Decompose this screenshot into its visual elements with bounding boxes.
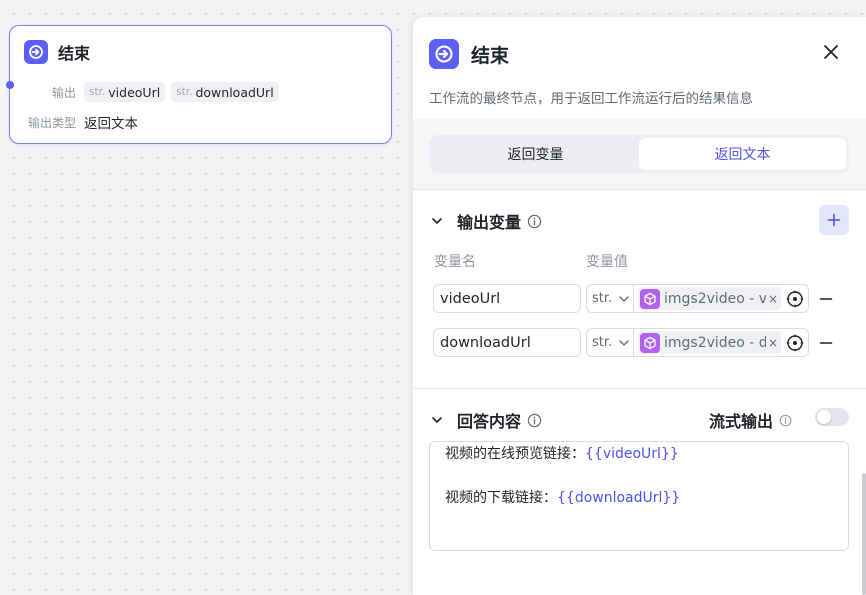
reference-tag: imgs2video - downloadUrl × — [638, 331, 781, 354]
info-icon[interactable] — [779, 413, 794, 428]
node-output-label: 输出 — [51, 85, 76, 100]
panel-title: 结束 — [471, 44, 510, 67]
info-icon[interactable] — [527, 214, 542, 229]
remove-reference-icon[interactable]: × — [768, 336, 778, 350]
output-section-title: 输出变量 — [457, 213, 522, 232]
output-section-header[interactable]: 输出变量 — [431, 209, 542, 233]
node-output-type-value: 返回文本 — [84, 116, 138, 132]
end-node-card[interactable]: 结束 输出 str. videoUrl str. downloadUrl 输出类型 … — [6, 25, 392, 144]
node-config-panel: 结束 工作流的最终节点，用于返回工作流运行后的结果信息 返回变量 返回文本 输出… — [413, 17, 866, 595]
variable-type-select[interactable]: str. — [586, 328, 634, 357]
chevron-down-icon[interactable] — [431, 413, 445, 427]
toggle-knob — [817, 410, 831, 424]
plus-icon — [827, 213, 841, 227]
variable-name-input[interactable] — [433, 328, 581, 357]
variable-value-reference[interactable]: imgs2video - downloadUrl × — [633, 328, 809, 357]
variable-token: {{videoUrl}} — [585, 446, 679, 462]
cube-icon — [640, 332, 660, 353]
node-output-row: 输出 str. videoUrl str. downloadUrl — [10, 82, 279, 102]
node-title: 结束 — [58, 44, 91, 63]
divider — [413, 189, 866, 190]
variable-name-input[interactable] — [433, 284, 581, 313]
close-icon[interactable] — [822, 43, 840, 61]
answer-line: 视频的下载链接：{{downloadUrl}} — [445, 490, 681, 506]
node-output-type-label: 输出类型 — [27, 115, 76, 130]
remove-reference-icon[interactable]: × — [768, 292, 778, 306]
minus-icon[interactable] — [819, 335, 835, 351]
panel-header: 结束 — [429, 39, 509, 69]
chevron-down-icon[interactable] — [431, 214, 445, 228]
node-output-chip: str. downloadUrl — [171, 82, 279, 102]
node-output-type-row: 输出类型 返回文本 — [10, 112, 138, 133]
info-icon[interactable] — [527, 413, 542, 428]
variable-value-reference[interactable]: imgs2video - videoUrl × — [633, 284, 809, 313]
node-output-chip: str. videoUrl — [84, 82, 166, 102]
reference-tag: imgs2video - videoUrl × — [638, 287, 781, 310]
chevron-down-icon — [618, 337, 630, 349]
node-header: 结束 — [24, 40, 90, 64]
chevron-down-icon — [618, 293, 630, 305]
target-icon[interactable] — [786, 290, 804, 308]
stream-output-label: 流式输出 — [709, 408, 794, 432]
reference-text: imgs2video - downloadUrl — [664, 334, 766, 351]
reference-text: imgs2video - videoUrl — [664, 290, 766, 307]
return-mode-tabs: 返回变量 返回文本 — [429, 135, 849, 173]
minus-icon[interactable] — [819, 291, 835, 307]
cube-icon — [640, 288, 660, 309]
variable-type-select[interactable]: str. — [586, 284, 634, 313]
tab-return-text[interactable]: 返回文本 — [639, 138, 846, 170]
divider — [413, 388, 866, 389]
answer-section-header[interactable]: 回答内容 — [431, 408, 542, 432]
panel-description: 工作流的最终节点，用于返回工作流运行后的结果信息 — [429, 91, 753, 107]
answer-section-title: 回答内容 — [457, 412, 522, 431]
answer-content-editor[interactable]: 视频的在线预览链接：{{videoUrl}} 视频的下载链接：{{downloa… — [429, 441, 849, 551]
answer-line: 视频的在线预览链接：{{videoUrl}} — [445, 446, 679, 462]
target-icon[interactable] — [786, 334, 804, 352]
end-node-icon — [24, 40, 48, 64]
variable-token: {{downloadUrl}} — [557, 490, 681, 506]
column-header-name: 变量名 — [434, 254, 476, 270]
column-header-value: 变量值 — [586, 254, 628, 270]
panel-scrollbar[interactable] — [862, 473, 866, 595]
end-node-icon — [429, 39, 459, 69]
stream-output-toggle[interactable] — [815, 408, 849, 426]
tab-return-variable[interactable]: 返回变量 — [432, 138, 639, 170]
add-variable-button[interactable] — [819, 205, 849, 235]
